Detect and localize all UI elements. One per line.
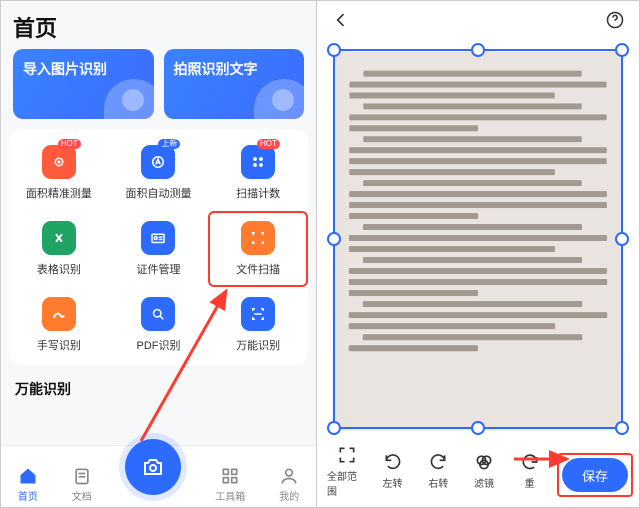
tool-label: 右转	[428, 475, 448, 490]
card-label: 拍照识别文字	[174, 61, 258, 77]
save-label: 保存	[582, 466, 608, 485]
tab-label: 首页	[18, 488, 38, 503]
tool-filter[interactable]: 滤镜	[464, 452, 504, 490]
chevron-left-icon	[331, 10, 351, 30]
tab-label: 文档	[72, 488, 92, 503]
crop-handle-l[interactable]	[327, 232, 341, 246]
id-card-icon	[141, 221, 175, 255]
rotate-left-icon	[383, 452, 403, 472]
home-screen: 首页 导入图片识别 拍照识别文字 HOT 面积精准测量	[1, 1, 317, 507]
tab-docs[interactable]: 文档	[72, 466, 92, 503]
page-title: 首页	[13, 11, 304, 43]
header: 首页	[1, 1, 316, 49]
tool-label: 全部范围	[327, 468, 367, 498]
brackets-icon	[241, 297, 275, 331]
crop-handle-bl[interactable]	[327, 421, 341, 435]
crop-screen: 全部范围 左转 右转 滤镜 重 保存	[317, 1, 639, 507]
card-camera-ocr[interactable]: 拍照识别文字	[164, 49, 305, 119]
feature-area-precise[interactable]: HOT 面积精准测量	[9, 135, 109, 211]
top-bar	[317, 1, 639, 43]
camera-icon	[141, 455, 165, 479]
auto-icon	[141, 145, 175, 179]
filter-icon	[474, 452, 494, 472]
crop-handle-t[interactable]	[471, 43, 485, 57]
target-icon	[42, 145, 76, 179]
tool-rotate-left[interactable]: 左转	[373, 452, 413, 490]
crop-handle-b[interactable]	[471, 421, 485, 435]
feature-grid: HOT 面积精准测量 上新 面积自动测量 HOT 扫描计数	[9, 129, 308, 365]
badge-new: 上新	[158, 139, 180, 149]
badge-hot: HOT	[58, 139, 81, 149]
pdf-icon	[141, 297, 175, 331]
crop-handle-r[interactable]	[615, 232, 629, 246]
tool-full-range[interactable]: 全部范围	[327, 445, 367, 498]
crop-handle-tr[interactable]	[615, 43, 629, 57]
section-title: 万能识别	[1, 373, 316, 399]
tool-label: 滤镜	[474, 475, 494, 490]
crop-frame[interactable]	[333, 49, 623, 429]
tab-label: 工具箱	[215, 488, 245, 503]
card-label: 导入图片识别	[23, 61, 107, 77]
feature-label: PDF识别	[136, 337, 180, 353]
feature-handwriting[interactable]: 手写识别	[9, 287, 109, 363]
feature-scan-count[interactable]: HOT 扫描计数	[208, 135, 308, 211]
badge-hot: HOT	[257, 139, 280, 149]
feature-file-scan[interactable]: 文件扫描	[208, 211, 308, 287]
tab-bar: 首页 文档 工具箱 我的	[1, 445, 316, 507]
tool-redo[interactable]: 重	[510, 452, 550, 490]
image-icon	[122, 89, 144, 111]
feature-id-manage[interactable]: 证件管理	[109, 211, 209, 287]
back-button[interactable]	[331, 10, 351, 35]
crop-area[interactable]	[335, 51, 621, 427]
feature-label: 面积精准测量	[26, 185, 92, 201]
crop-handle-tl[interactable]	[327, 43, 341, 57]
tab-tools[interactable]: 工具箱	[215, 466, 245, 503]
feature-label: 扫描计数	[236, 185, 280, 201]
crop-handle-br[interactable]	[615, 421, 629, 435]
camera-icon	[272, 89, 294, 111]
tool-rotate-right[interactable]: 右转	[418, 452, 458, 490]
tool-label: 重	[525, 475, 535, 490]
feature-label: 证件管理	[136, 261, 180, 277]
hero-cards: 导入图片识别 拍照识别文字	[1, 49, 316, 129]
annotation-save-highlight: 保存	[557, 453, 633, 497]
help-icon	[605, 10, 625, 30]
redo-icon	[520, 452, 540, 472]
excel-icon	[42, 221, 76, 255]
feature-label: 手写识别	[37, 337, 81, 353]
feature-table-ocr[interactable]: 表格识别	[9, 211, 109, 287]
rotate-right-icon	[428, 452, 448, 472]
tab-home[interactable]: 首页	[18, 466, 38, 503]
help-button[interactable]	[605, 10, 625, 35]
feature-label: 表格识别	[37, 261, 81, 277]
save-button[interactable]: 保存	[562, 458, 628, 492]
feature-label: 面积自动测量	[125, 185, 191, 201]
tool-label: 左转	[383, 475, 403, 490]
feature-label: 文件扫描	[236, 261, 280, 277]
feature-area-auto[interactable]: 上新 面积自动测量	[109, 135, 209, 211]
card-import-image[interactable]: 导入图片识别	[13, 49, 154, 119]
feature-label: 万能识别	[236, 337, 280, 353]
tab-me[interactable]: 我的	[279, 466, 299, 503]
feature-universal-ocr[interactable]: 万能识别	[208, 287, 308, 363]
expand-icon	[337, 445, 357, 465]
tab-label: 我的	[279, 488, 299, 503]
dots-icon	[241, 145, 275, 179]
feature-pdf-ocr[interactable]: PDF识别	[109, 287, 209, 363]
scan-icon	[241, 221, 275, 255]
handwriting-icon	[42, 297, 76, 331]
camera-button[interactable]	[125, 439, 181, 495]
